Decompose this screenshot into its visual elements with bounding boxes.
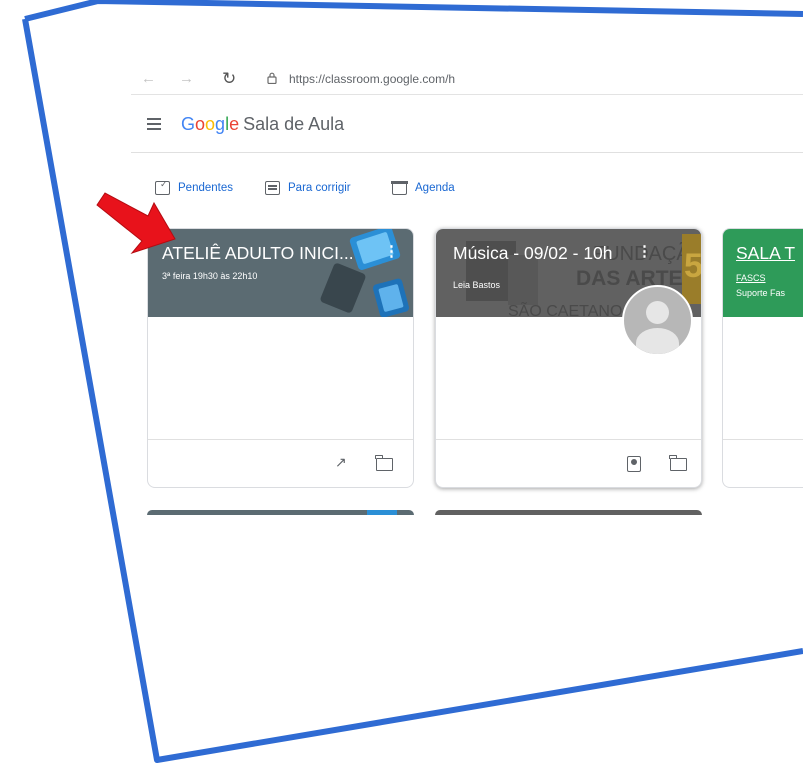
card-footer: ↗ <box>148 439 413 487</box>
class-title[interactable]: SALA T <box>736 243 795 264</box>
class-card-musica[interactable]: FUNDAÇÃO DAS ARTES SÃO CAETANO DO 5 Músi… <box>435 228 702 488</box>
to-review-label: Para corrigir <box>288 182 351 194</box>
trending-icon[interactable]: ↗ <box>335 454 347 471</box>
card-footer <box>723 439 803 487</box>
pending-label: Pendentes <box>178 182 233 194</box>
checklist-icon <box>155 179 170 195</box>
class-card-row2-2[interactable] <box>435 510 702 515</box>
frame-border <box>24 0 803 22</box>
class-card-sala[interactable]: SALA T FASCS Suporte Fas <box>722 228 803 488</box>
more-options-icon[interactable]: ⋮ <box>384 244 399 259</box>
reload-icon[interactable]: ↻ <box>222 69 236 89</box>
class-card-atelie[interactable]: ATELIÊ ADULTO INICI... 3ª feira 19h30 às… <box>147 228 414 488</box>
class-card-row2-1[interactable] <box>147 510 414 515</box>
folder-icon[interactable] <box>669 455 687 471</box>
address-bar-url[interactable]: https://classroom.google.com/h <box>289 72 455 86</box>
banner-text-line2: DAS ARTES <box>576 267 697 290</box>
to-review-link[interactable]: Para corrigir <box>265 181 351 195</box>
pending-link[interactable]: Pendentes <box>155 179 233 195</box>
svg-text:5: 5 <box>684 247 701 285</box>
arrow-right-icon[interactable]: → <box>179 69 194 89</box>
class-banner: ATELIÊ ADULTO INICI... 3ª feira 19h30 às… <box>148 229 413 317</box>
google-logo: Google <box>181 114 240 134</box>
app-header: Google Sala de Aula <box>131 108 803 153</box>
class-title[interactable]: Música - 09/02 - 10h <box>453 243 613 264</box>
arrow-left-icon[interactable]: ← <box>141 69 156 89</box>
browser-toolbar: ← → ↻ https://classroom.google.com/h <box>131 64 803 95</box>
class-subtitle: 3ª feira 19h30 às 22h10 <box>162 271 258 281</box>
class-title[interactable]: ATELIÊ ADULTO INICI... <box>162 243 354 264</box>
folder-icon[interactable] <box>375 455 393 471</box>
class-teacher: Leia Bastos <box>453 280 501 290</box>
class-section[interactable]: FASCS <box>736 273 766 283</box>
app-brand[interactable]: Google Sala de Aula <box>181 114 344 135</box>
card-footer <box>436 439 701 487</box>
calendar-link[interactable]: Agenda <box>391 181 455 195</box>
calendar-icon <box>391 181 408 195</box>
app-title: Sala de Aula <box>243 114 345 134</box>
hamburger-icon[interactable] <box>147 118 161 130</box>
avatar <box>622 285 693 356</box>
review-icon <box>265 181 280 195</box>
lock-icon <box>267 72 277 84</box>
class-banner: SALA T FASCS Suporte Fas <box>723 229 803 317</box>
more-options-icon[interactable]: ⋮ <box>637 244 652 259</box>
calendar-label: Agenda <box>415 182 455 194</box>
class-badge-icon[interactable] <box>627 456 641 472</box>
class-teacher: Suporte Fas <box>736 288 786 298</box>
